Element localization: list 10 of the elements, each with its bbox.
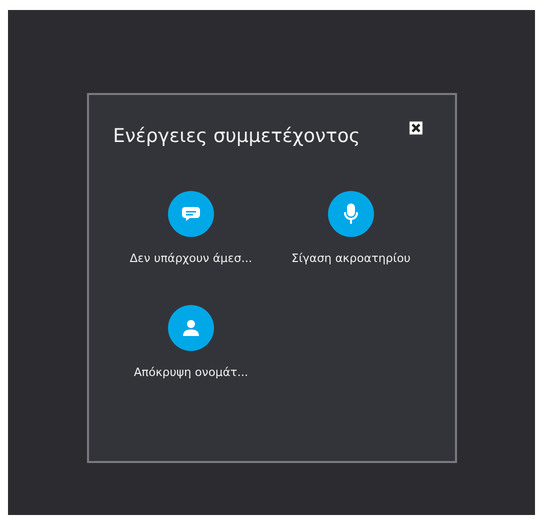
dialog-title: Ενέργειες συμμετέχοντος <box>113 125 360 147</box>
close-button[interactable] <box>409 121 423 135</box>
close-icon <box>409 121 423 135</box>
person-icon <box>180 317 202 339</box>
action-button[interactable] <box>168 305 214 351</box>
action-label: Σίγαση ακροατηρίου <box>291 251 411 265</box>
action-button[interactable] <box>168 191 214 237</box>
action-button[interactable] <box>328 191 374 237</box>
action-label: Απόκρυψη ονομάτ... <box>134 365 248 379</box>
action-label: Δεν υπάρχουν άμεσ... <box>130 251 252 265</box>
